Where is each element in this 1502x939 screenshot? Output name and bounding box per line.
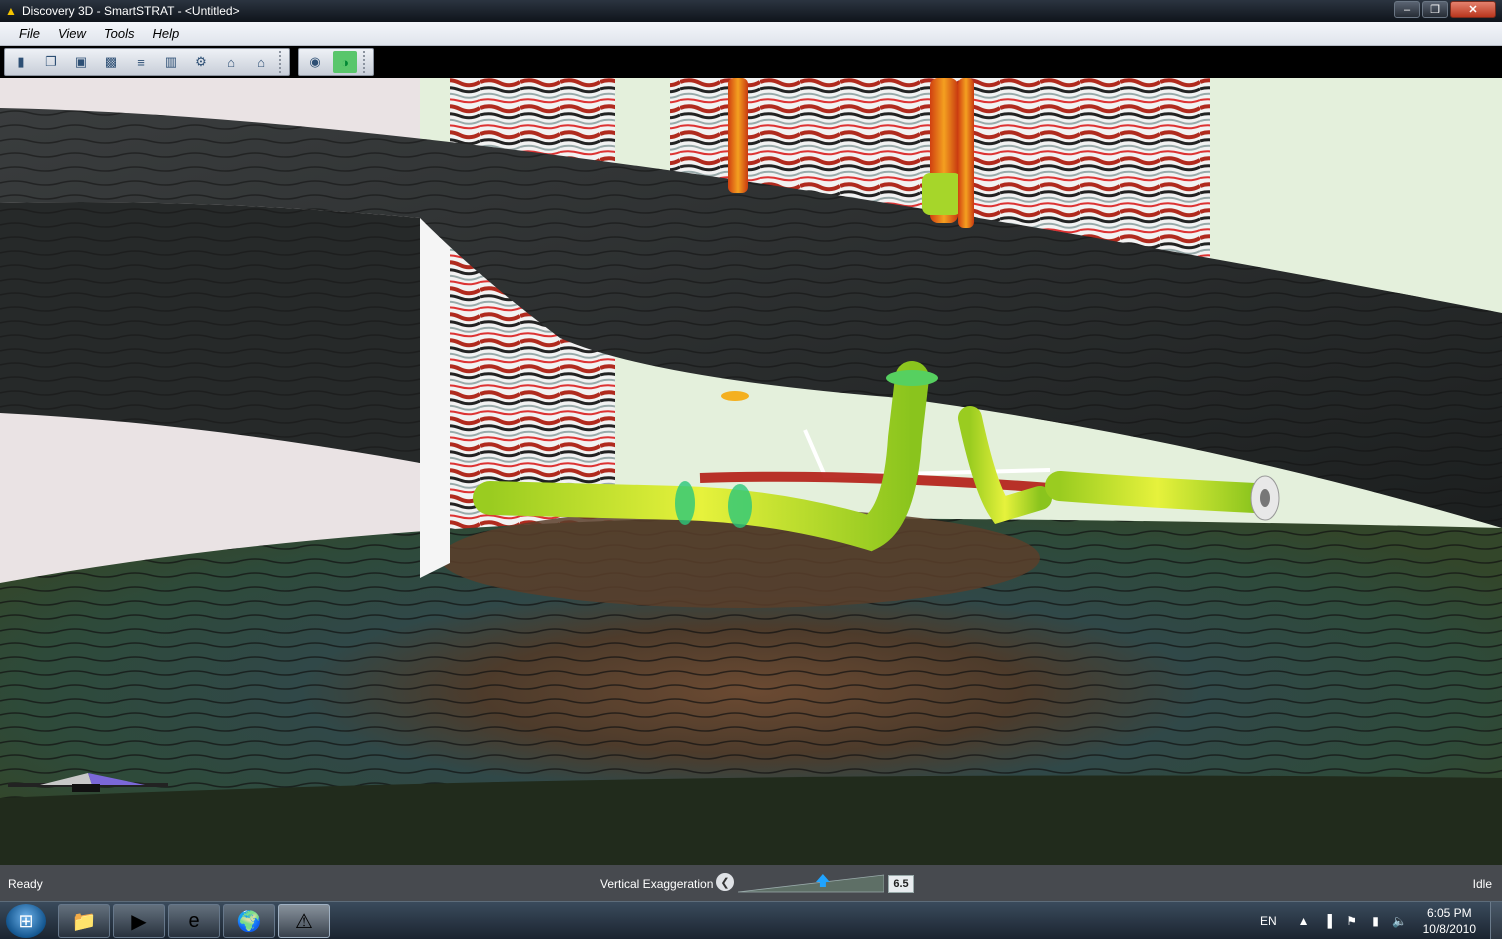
well-ring-branch-top [721, 391, 749, 401]
chevron-left-icon[interactable]: ❮ [716, 873, 734, 891]
3d-viewport[interactable] [0, 78, 1502, 865]
menu-tools[interactable]: Tools [95, 26, 144, 41]
system-tray: EN ▲ ▐ ⚑ ▮ 🔈 6:05 PM 10/8/2010 [1260, 902, 1502, 939]
save-icon[interactable]: ▣ [69, 51, 93, 73]
toolbar-group-main: ▮ ❐ ▣ ▩ ≡ ▥ ⚙ ⌂ ⌂ [4, 48, 290, 76]
new-icon[interactable]: ▮ [9, 51, 33, 73]
vertical-exaggeration-value[interactable]: 6.5 [888, 875, 914, 893]
title-bar[interactable]: ▲ Discovery 3D - SmartSTRAT - <Untitled>… [0, 0, 1502, 22]
vertical-exaggeration-label: Vertical Exaggeration [600, 877, 714, 891]
media-player-icon[interactable]: ▶ [113, 904, 165, 938]
volume-icon[interactable]: 🔈 [1391, 914, 1409, 928]
network-icon[interactable]: ▐ [1319, 914, 1337, 928]
well-ring-top [886, 370, 938, 386]
compass-base [72, 784, 100, 792]
layers-icon[interactable]: ≡ [129, 51, 153, 73]
menu-bar: File View Tools Help [0, 22, 1502, 46]
well-ring-1 [675, 481, 695, 525]
discovery-3d-icon[interactable]: ⚠ [278, 904, 330, 938]
toggle-view-icon[interactable]: ◑ [333, 51, 357, 73]
camera-icon[interactable]: ◉ [303, 51, 327, 73]
vertical-well-1[interactable] [728, 78, 748, 193]
snapshot-icon[interactable]: ▩ [99, 51, 123, 73]
well-end-hole [1260, 489, 1270, 507]
3d-scene[interactable] [0, 78, 1502, 865]
vertical-well-3[interactable] [958, 78, 974, 228]
warning-triangle-icon: ▲ [5, 4, 17, 18]
application-window: ▲ Discovery 3D - SmartSTRAT - <Untitled>… [0, 0, 1502, 939]
action-center-flag-icon[interactable]: ⚑ [1343, 914, 1361, 928]
minimize-button[interactable]: – [1394, 1, 1420, 18]
start-button[interactable]: ⊞ [6, 904, 46, 938]
taskbar: ⊞ 📁 ▶ e 🌍 ⚠ EN ▲ ▐ ⚑ ▮ 🔈 6:05 PM 10/8/2010 [0, 901, 1502, 939]
clock[interactable]: 6:05 PM 10/8/2010 [1423, 905, 1476, 937]
toolbar-grip[interactable] [279, 51, 285, 73]
show-hidden-icon[interactable]: ▲ [1295, 914, 1313, 928]
power-icon[interactable]: ▮ [1367, 914, 1385, 928]
show-desktop-button[interactable] [1490, 902, 1502, 939]
status-text: Ready [8, 877, 43, 891]
clock-date: 10/8/2010 [1422, 922, 1476, 936]
vertical-well-2-marker [922, 173, 962, 215]
globe-icon[interactable]: 🌍 [223, 904, 275, 938]
open-folder-icon[interactable]: ❐ [39, 51, 63, 73]
menu-file[interactable]: File [10, 26, 49, 41]
panel-icon[interactable]: ▥ [159, 51, 183, 73]
menu-view[interactable]: View [49, 26, 95, 41]
toolbar-grip[interactable] [363, 51, 369, 73]
slider-wedge [738, 874, 884, 893]
explorer-icon[interactable]: 📁 [58, 904, 110, 938]
home-reset-icon[interactable]: ⌂ [249, 51, 273, 73]
horizontal-well-east[interactable] [1045, 471, 1270, 513]
internet-explorer-icon[interactable]: e [168, 904, 220, 938]
activity-status: Idle [1472, 877, 1492, 891]
status-bar: Ready Vertical Exaggeration ❮ 6.5 Idle [0, 865, 1502, 901]
window-controls: – ❐ ✕ [1394, 1, 1496, 18]
toolbar: ▮ ❐ ▣ ▩ ≡ ▥ ⚙ ⌂ ⌂ ◉ ◑ [0, 46, 1502, 78]
language-indicator[interactable]: EN [1260, 914, 1277, 928]
toolbar-group-view: ◉ ◑ [298, 48, 374, 76]
close-button[interactable]: ✕ [1450, 1, 1496, 18]
cross-section-plane [420, 218, 450, 578]
settings-icon[interactable]: ⚙ [189, 51, 213, 73]
vertical-exaggeration-slider[interactable] [738, 873, 884, 893]
menu-help[interactable]: Help [144, 26, 189, 41]
window-title: Discovery 3D - SmartSTRAT - <Untitled> [22, 4, 240, 18]
well-ring-2 [728, 484, 752, 528]
restore-button[interactable]: ❐ [1422, 1, 1448, 18]
clock-time: 6:05 PM [1426, 906, 1472, 920]
home-icon[interactable]: ⌂ [219, 51, 243, 73]
